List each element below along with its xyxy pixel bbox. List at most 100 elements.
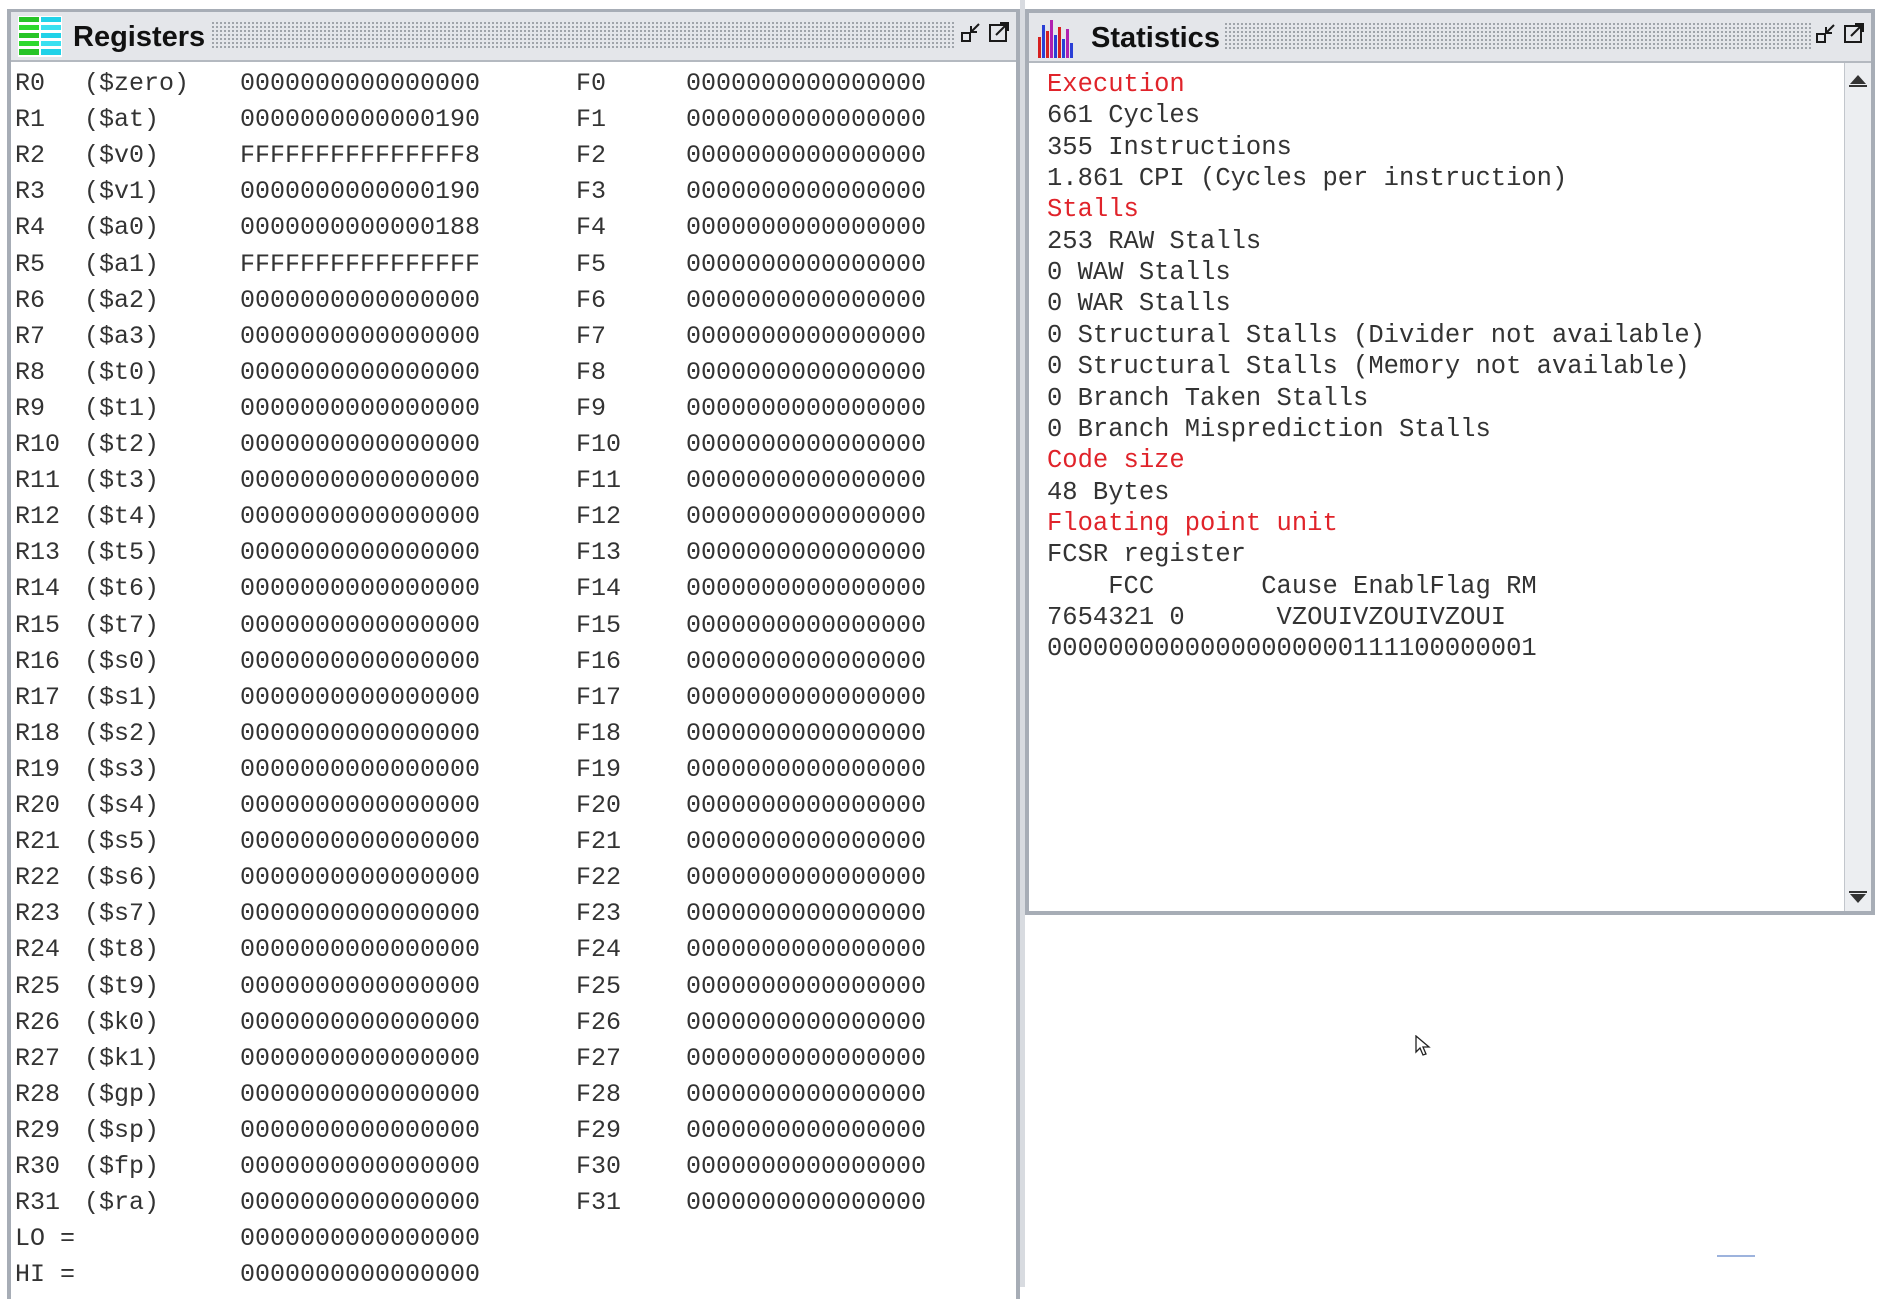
fp-register-value: 0000000000000000 <box>686 321 927 351</box>
scroll-down-icon[interactable] <box>1850 894 1866 903</box>
register-name: R25 <box>15 971 61 1001</box>
fp-register-value: 0000000000000000 <box>686 393 927 423</box>
register-value: 0000000000000000 <box>240 285 481 315</box>
register-name: R2 <box>15 141 46 171</box>
statistics-titlebar[interactable]: Statistics <box>1029 13 1871 63</box>
register-name: R6 <box>15 285 46 315</box>
statistics-scrollbar[interactable] <box>1844 63 1871 911</box>
fp-register-value: 0000000000000000 <box>686 827 927 857</box>
fp-register-name: F16 <box>576 646 622 676</box>
register-value: 0000000000000000 <box>240 646 481 676</box>
register-value: 0000000000000000 <box>240 538 481 568</box>
scroll-down-bar <box>1849 891 1867 893</box>
register-value: 0000000000000000 <box>240 69 481 98</box>
register-alias: ($t6) <box>84 574 160 604</box>
register-value: 0000000000000190 <box>240 177 481 207</box>
minimize-icon[interactable] <box>960 21 982 43</box>
register-alias: ($s1) <box>84 682 160 712</box>
register-name: R10 <box>15 430 61 459</box>
register-name: R3 <box>15 177 46 207</box>
register-alias: ($k1) <box>84 1043 160 1073</box>
register-value: 0000000000000000 <box>240 1188 481 1218</box>
titlebar-grip <box>1224 22 1811 51</box>
fp-register-value: 0000000000000000 <box>686 1152 927 1181</box>
fp-register-name: F6 <box>576 285 607 315</box>
register-value: 0000000000000000 <box>240 863 481 893</box>
register-name: R1 <box>15 105 46 135</box>
fp-register-name: F1 <box>576 105 607 135</box>
register-alias: ($s5) <box>84 827 160 857</box>
fp-register-name: F28 <box>576 1079 622 1109</box>
fp-register-value: 0000000000000000 <box>686 1115 927 1145</box>
register-name: R12 <box>15 502 61 532</box>
fp-register-name: F25 <box>576 971 622 1001</box>
fp-register-name: F17 <box>576 682 622 712</box>
register-value: 0000000000000000 <box>240 1043 481 1073</box>
fp-register-name: F30 <box>576 1152 622 1181</box>
fp-register-value: 0000000000000000 <box>686 105 927 135</box>
register-value: 0000000000000188 <box>240 213 481 243</box>
fp-register-value: 0000000000000000 <box>686 1188 927 1218</box>
fp-register-value: 0000000000000000 <box>686 574 927 604</box>
register-alias: ($t2) <box>84 430 160 459</box>
fp-register-value: 0000000000000000 <box>686 177 927 207</box>
register-name: R23 <box>15 899 61 929</box>
fp-register-value: 0000000000000000 <box>686 754 927 784</box>
register-value: 0000000000000000 <box>240 357 481 387</box>
fp-register-name: F31 <box>576 1188 622 1218</box>
hi-row-value: 0000000000000000 <box>240 1260 481 1290</box>
register-alias: ($s4) <box>84 791 160 820</box>
register-alias: ($t1) <box>84 393 160 423</box>
statistics-title: Statistics <box>1091 22 1220 54</box>
scroll-up-icon[interactable] <box>1850 75 1866 84</box>
register-value: FFFFFFFFFFFFFFF8 <box>240 141 481 171</box>
lo-row-value: 0000000000000000 <box>240 1224 481 1254</box>
register-alias: ($s0) <box>84 646 160 676</box>
lo-row-label: LO = <box>15 1224 76 1254</box>
register-alias: ($s6) <box>84 863 160 893</box>
register-alias: ($t3) <box>84 466 160 496</box>
register-name: R21 <box>15 827 61 857</box>
register-alias: ($sp) <box>84 1115 160 1145</box>
fp-register-value: 0000000000000000 <box>686 971 927 1001</box>
fp-register-name: F2 <box>576 141 607 171</box>
register-value: 0000000000000000 <box>240 1152 481 1181</box>
statistics-content: Execution 661 Cycles 355 Instructions 1.861… <box>1047 66 1841 911</box>
fp-register-value: 0000000000000000 <box>686 646 927 676</box>
fp-register-value: 0000000000000000 <box>686 1079 927 1109</box>
fp-register-name: F0 <box>576 69 607 98</box>
statistics-window: Statistics Execution 661 Cycles 355 Instru… <box>1025 9 1875 915</box>
register-value: FFFFFFFFFFFFFFFF <box>240 249 481 279</box>
register-alias: ($v1) <box>84 177 160 207</box>
fp-register-name: F29 <box>576 1115 622 1145</box>
titlebar-grip <box>211 21 956 50</box>
fp-register-value: 0000000000000000 <box>686 610 927 640</box>
registers-titlebar[interactable]: Registers <box>11 12 1016 62</box>
maximize-icon[interactable] <box>988 21 1010 43</box>
fp-register-name: F15 <box>576 610 622 640</box>
maximize-icon[interactable] <box>1843 22 1865 44</box>
register-alias: ($a1) <box>84 249 160 279</box>
register-value: 0000000000000000 <box>240 502 481 532</box>
register-alias: ($t4) <box>84 502 160 532</box>
register-name: R5 <box>15 249 46 279</box>
register-value: 0000000000000000 <box>240 466 481 496</box>
registers-window: Registers R0 ($zero) 0000000000000000 F0 000… <box>7 9 1020 1299</box>
minimize-icon[interactable] <box>1815 22 1837 44</box>
register-alias: ($k0) <box>84 1007 160 1037</box>
fp-register-name: F13 <box>576 538 622 568</box>
register-name: R18 <box>15 718 61 748</box>
register-name: R16 <box>15 646 61 676</box>
registers-table: R0 ($zero) 0000000000000000 F0 0000000000000… <box>15 66 1016 1299</box>
register-value: 0000000000000000 <box>240 321 481 351</box>
register-alias: ($a3) <box>84 321 160 351</box>
fp-register-name: F8 <box>576 357 607 387</box>
fp-register-value: 0000000000000000 <box>686 791 927 820</box>
fp-register-value: 0000000000000000 <box>686 69 927 98</box>
register-alias: ($s2) <box>84 718 160 748</box>
fp-register-name: F23 <box>576 899 622 929</box>
register-name: R11 <box>15 466 61 496</box>
register-value: 0000000000000000 <box>240 1079 481 1109</box>
fp-register-value: 0000000000000000 <box>686 213 927 243</box>
register-value: 0000000000000000 <box>240 899 481 929</box>
